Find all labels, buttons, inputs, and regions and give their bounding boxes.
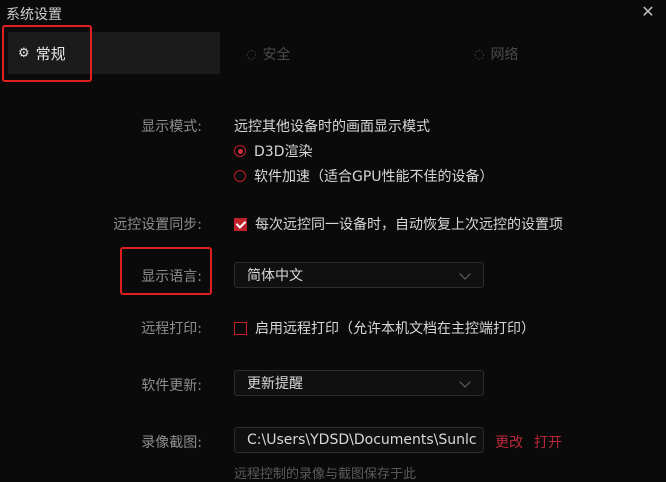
radio-d3d[interactable]: D3D渲染 [234, 141, 312, 161]
language-value: 简体中文 [247, 268, 303, 284]
remote-print-label: 远程打印: [141, 321, 202, 337]
tab-network[interactable]: ◌ 网络 [474, 44, 518, 64]
radio-d3d-indicator[interactable] [234, 145, 246, 157]
highlight-box-general-tab [2, 25, 92, 82]
radio-software-label: 软件加速（适合GPU性能不佳的设备） [254, 169, 494, 185]
display-mode-description: 远控其他设备时的画面显示模式 [234, 119, 430, 135]
window-title: 系统设置 [6, 7, 62, 23]
tab-security-label: 安全 [262, 47, 291, 63]
sync-checkbox-row[interactable]: 每次远控同一设备时，自动恢复上次远控的设置项 [234, 214, 563, 234]
open-folder-link[interactable]: 打开 [534, 432, 562, 452]
language-label: 显示语言: [141, 269, 202, 285]
tab-security[interactable]: ◌ 安全 [246, 44, 290, 64]
language-select[interactable]: 简体中文 [234, 262, 484, 288]
remote-print-checkbox-label: 启用远程打印（允许本机文档在主控端打印） [255, 321, 535, 337]
remote-print-checkbox-row[interactable]: 启用远程打印（允许本机文档在主控端打印） [234, 318, 535, 338]
sync-checkbox[interactable] [234, 217, 247, 231]
update-value: 更新提醒 [247, 376, 303, 392]
tab-network-label: 网络 [490, 47, 519, 63]
shield-icon: ◌ [246, 47, 257, 61]
remote-print-checkbox[interactable] [234, 321, 247, 335]
network-icon: ◌ [474, 47, 485, 61]
sync-checkbox-label: 每次远控同一设备时，自动恢复上次远控的设置项 [255, 217, 563, 233]
display-mode-label: 显示模式: [141, 119, 202, 135]
recording-path-input[interactable]: C:\Users\YDSD\Documents\Sunlc [234, 427, 484, 453]
change-path-link[interactable]: 更改 [495, 432, 523, 452]
close-icon[interactable]: ✕ [638, 2, 658, 22]
radio-software-indicator[interactable] [234, 170, 246, 182]
sync-label: 远控设置同步: [113, 217, 202, 233]
radio-software[interactable]: 软件加速（适合GPU性能不佳的设备） [234, 166, 494, 186]
update-label: 软件更新: [141, 378, 202, 394]
update-select[interactable]: 更新提醒 [234, 370, 484, 396]
recording-label: 录像截图: [141, 435, 202, 451]
chevron-down-icon [459, 268, 471, 280]
radio-d3d-label: D3D渲染 [254, 144, 313, 160]
recording-hint: 远程控制的录像与截图保存于此 [234, 467, 417, 482]
chevron-down-icon [459, 376, 471, 388]
